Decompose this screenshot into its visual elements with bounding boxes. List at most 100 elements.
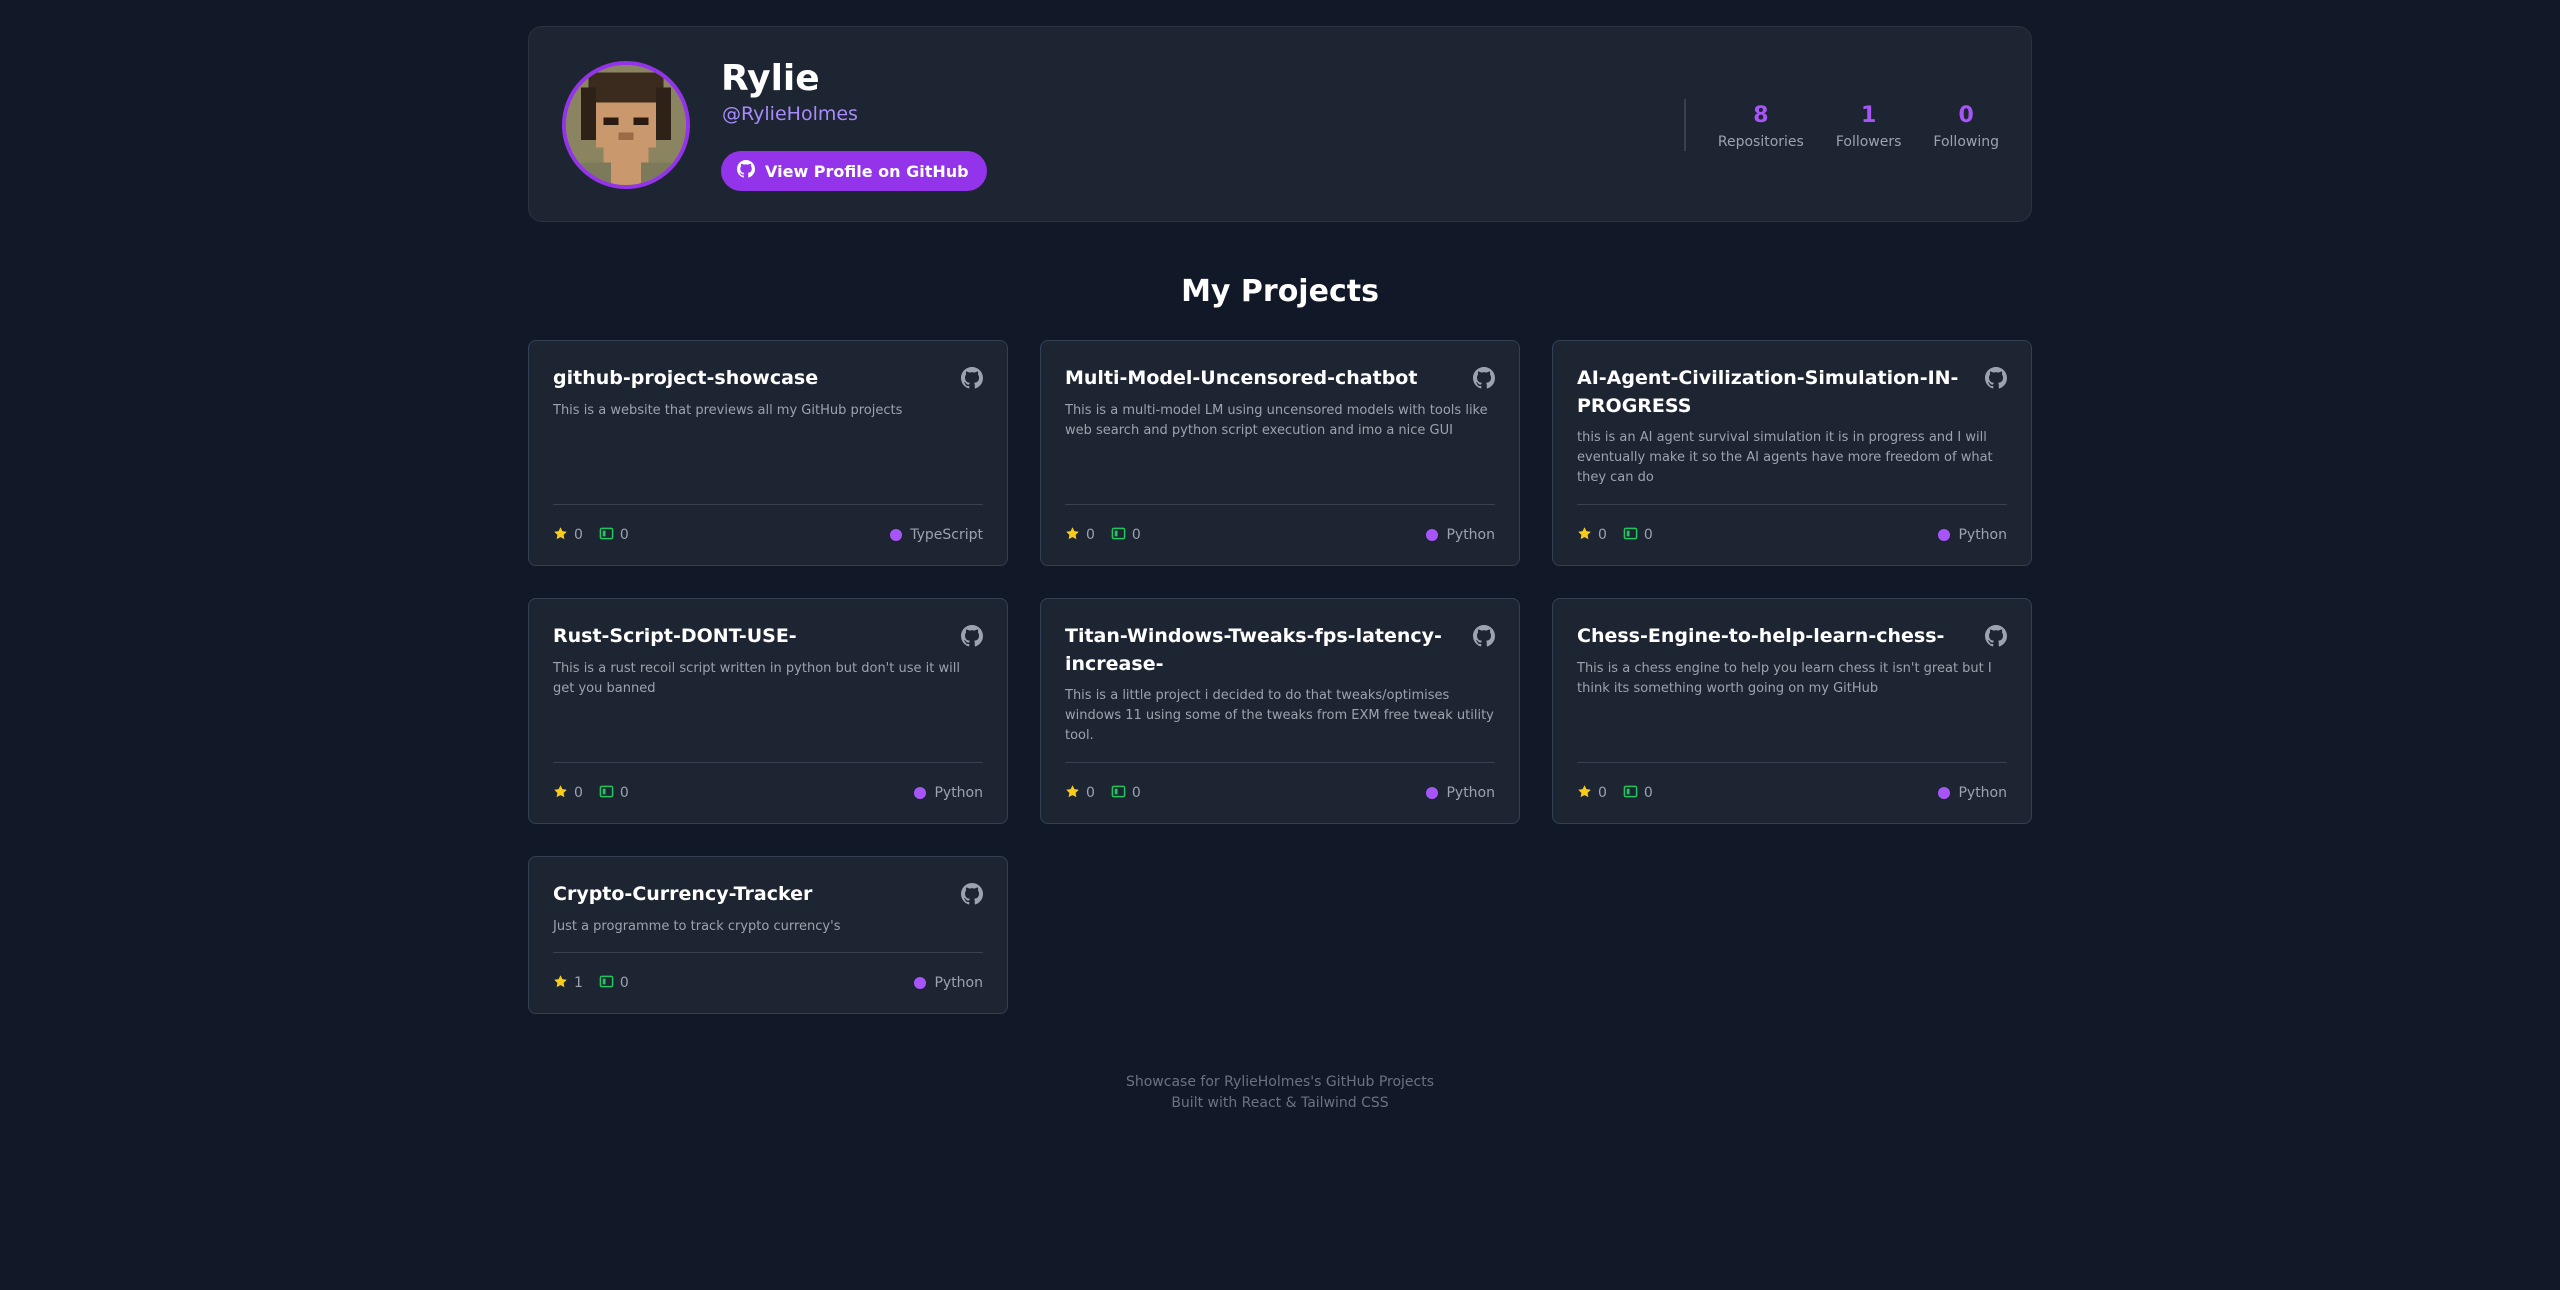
language-dot (890, 529, 903, 541)
project-title[interactable]: github-project-showcase (553, 365, 983, 393)
language-label: Python (934, 785, 983, 801)
forks-count: 0 (1643, 785, 1653, 801)
star-icon (1065, 526, 1080, 545)
project-metrics: 1 0 (553, 974, 629, 993)
project-language: Python (1938, 785, 2007, 801)
project-footer: 0 0 Python (1065, 504, 1495, 565)
language-dot (914, 977, 927, 989)
forks-metric: 0 (599, 974, 629, 993)
project-card[interactable]: Crypto-Currency-Tracker Just a programme… (528, 856, 1008, 1014)
language-dot (1938, 787, 1951, 799)
project-footer: 0 0 Python (553, 762, 983, 823)
project-title[interactable]: Titan-Windows-Tweaks-fps-latency-increas… (1065, 623, 1495, 678)
language-label: Python (934, 975, 983, 991)
project-card[interactable]: github-project-showcase This is a websit… (528, 340, 1008, 566)
stars-count: 0 (1598, 527, 1607, 543)
star-icon (553, 974, 568, 993)
repo-forked-icon (599, 974, 614, 993)
project-footer: 0 0 Python (1065, 762, 1495, 823)
project-card[interactable]: Titan-Windows-Tweaks-fps-latency-increas… (1040, 598, 1520, 824)
project-footer: 0 0 Python (1577, 504, 2007, 565)
star-icon (1577, 784, 1592, 803)
stat-repositories: 8 Repositories (1718, 103, 1804, 150)
project-card[interactable]: Chess-Engine-to-help-learn-chess- This i… (1552, 598, 2032, 824)
project-metrics: 0 0 (553, 784, 629, 803)
project-card[interactable]: Multi-Model-Uncensored-chatbot This is a… (1040, 340, 1520, 566)
stars-metric: 0 (1577, 784, 1607, 803)
language-dot (1426, 529, 1439, 541)
footer: Showcase for RylieHolmes's GitHub Projec… (0, 1072, 2560, 1114)
stat-following: 0 Following (1933, 103, 1999, 150)
project-language: Python (914, 975, 983, 991)
language-dot (914, 787, 927, 799)
project-language: Python (1426, 527, 1495, 543)
github-icon[interactable] (1985, 625, 2007, 647)
repo-forked-icon (599, 526, 614, 545)
stat-value: 8 (1753, 103, 1769, 128)
forks-count: 0 (619, 527, 629, 543)
forks-metric: 0 (1623, 526, 1653, 545)
forks-count: 0 (619, 785, 629, 801)
stat-label: Following (1933, 134, 1999, 151)
project-language: Python (1938, 527, 2007, 543)
projects-grid: github-project-showcase This is a websit… (528, 340, 2032, 1014)
github-icon[interactable] (961, 625, 983, 647)
github-icon[interactable] (961, 883, 983, 905)
footer-line-2: Built with React & Tailwind CSS (1171, 1095, 1389, 1111)
repo-forked-icon (1623, 784, 1638, 803)
project-title[interactable]: Crypto-Currency-Tracker (553, 881, 983, 909)
forks-metric: 0 (1111, 526, 1141, 545)
forks-count: 0 (1131, 785, 1141, 801)
repo-forked-icon (1111, 526, 1126, 545)
language-label: TypeScript (910, 527, 983, 543)
project-footer: 1 0 Python (553, 952, 983, 1013)
profile-handle[interactable]: @RylieHolmes (722, 103, 858, 125)
repo-forked-icon (1623, 526, 1638, 545)
stars-count: 0 (1598, 785, 1607, 801)
project-footer: 0 0 TypeScript (553, 504, 983, 565)
stat-followers: 1 Followers (1836, 103, 1902, 150)
forks-metric: 0 (1623, 784, 1653, 803)
stats-divider (1684, 99, 1686, 151)
project-description: This is a multi-model LM using uncensore… (1065, 402, 1488, 438)
forks-metric: 0 (1111, 784, 1141, 803)
project-description: This is a little project i decided to do… (1065, 688, 1494, 744)
view-profile-button[interactable]: View Profile on GitHub (721, 151, 987, 191)
forks-count: 0 (1131, 527, 1141, 543)
stars-metric: 0 (1577, 526, 1607, 545)
repo-forked-icon (599, 784, 614, 803)
stat-label: Followers (1835, 134, 1902, 151)
profile-name: Rylie (721, 58, 820, 99)
project-footer: 0 0 Python (1577, 762, 2007, 823)
stars-count: 1 (574, 975, 583, 991)
section-title: My Projects (1181, 274, 1379, 309)
project-card[interactable]: Rust-Script-DONT-USE- This is a rust rec… (528, 598, 1008, 824)
github-icon[interactable] (1985, 367, 2007, 389)
stars-count: 0 (1086, 527, 1095, 543)
project-description: This is a rust recoil script written in … (553, 660, 960, 696)
profile-card: Rylie @RylieHolmes View Profile on GitHu… (528, 26, 2032, 222)
project-description: Just a programme to track crypto currenc… (553, 918, 841, 934)
github-icon[interactable] (1473, 625, 1495, 647)
github-icon (737, 160, 755, 182)
project-metrics: 0 0 (553, 526, 629, 545)
project-title[interactable]: Multi-Model-Uncensored-chatbot (1065, 365, 1495, 393)
project-description: This is a website that previews all my G… (553, 402, 903, 418)
star-icon (1577, 526, 1592, 545)
stars-metric: 1 (553, 974, 583, 993)
project-metrics: 0 0 (1065, 526, 1141, 545)
forks-metric: 0 (599, 784, 629, 803)
avatar (562, 61, 690, 189)
project-card[interactable]: AI-Agent-Civilization-Simulation-IN-PROG… (1552, 340, 2032, 566)
github-icon[interactable] (1473, 367, 1495, 389)
github-icon[interactable] (961, 367, 983, 389)
language-label: Python (1446, 527, 1495, 543)
stars-metric: 0 (1065, 526, 1095, 545)
forks-metric: 0 (599, 526, 629, 545)
project-title[interactable]: Rust-Script-DONT-USE- (553, 623, 983, 651)
stars-count: 0 (574, 785, 583, 801)
stars-metric: 0 (553, 526, 583, 545)
project-title[interactable]: AI-Agent-Civilization-Simulation-IN-PROG… (1577, 365, 2007, 420)
project-title[interactable]: Chess-Engine-to-help-learn-chess- (1577, 623, 2007, 651)
stars-count: 0 (574, 527, 583, 543)
